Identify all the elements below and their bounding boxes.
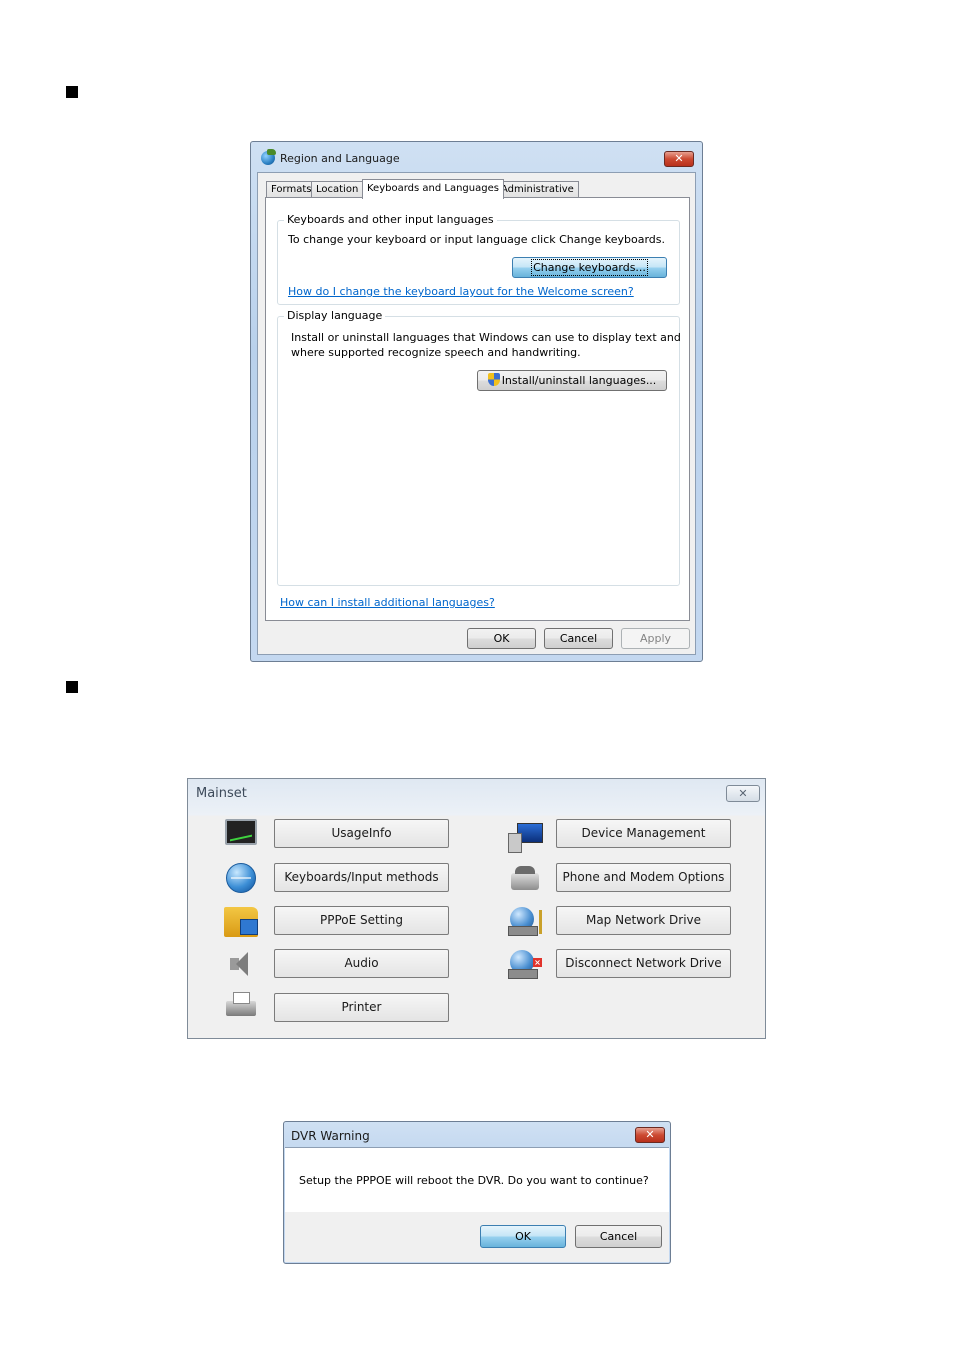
map-network-drive-button[interactable]: Map Network Drive [556, 906, 731, 935]
tab-administrative[interactable]: Administrative [496, 181, 579, 198]
globe-icon [261, 149, 276, 165]
region-language-dialog: Region and Language ✕ Formats Location K… [250, 141, 703, 662]
button-label: Install/uninstall languages... [501, 374, 657, 387]
install-uninstall-languages-button[interactable]: Install/uninstall languages... [477, 370, 667, 391]
warning-message: Setup the PPPOE will reboot the DVR. Do … [299, 1174, 649, 1187]
close-button[interactable]: ✕ [664, 151, 694, 167]
dialog-footer: OK Cancel [285, 1212, 669, 1262]
button-label: Change keyboards... [531, 259, 648, 276]
connector-pin [539, 910, 542, 934]
cancel-button[interactable]: Cancel [575, 1225, 662, 1248]
close-button[interactable]: ✕ [635, 1127, 665, 1143]
network-folder-icon[interactable] [224, 907, 258, 937]
bullet-marker [66, 86, 78, 98]
speaker-icon[interactable] [224, 949, 258, 979]
display-description-line1: Install or uninstall languages that Wind… [291, 331, 681, 344]
tab-location[interactable]: Location [311, 181, 364, 198]
dialog-client: Formats Location Keyboards and Languages… [257, 172, 696, 655]
tab-formats[interactable]: Formats [266, 181, 317, 198]
keyboards-group: Keyboards and other input languages To c… [277, 213, 680, 305]
display-description-line2: where supported recognize speech and han… [291, 346, 581, 359]
globe-icon[interactable] [226, 863, 256, 893]
pppoe-setting-button[interactable]: PPPoE Setting [274, 906, 449, 935]
welcome-screen-layout-link[interactable]: How do I change the keyboard layout for … [288, 285, 634, 298]
disconnect-network-drive-icon[interactable]: × [508, 949, 542, 979]
printer-button[interactable]: Printer [274, 993, 449, 1022]
dialog-title: Region and Language [280, 152, 400, 165]
change-keyboards-button[interactable]: Change keyboards... [512, 257, 667, 278]
mainset-dialog: Mainset ✕ UsageInfo Keyboards/Input meth… [187, 778, 766, 1039]
map-network-drive-icon[interactable] [508, 906, 542, 936]
disconnect-network-drive-button[interactable]: Disconnect Network Drive [556, 949, 731, 978]
keyboards-input-methods-button[interactable]: Keyboards/Input methods [274, 863, 449, 892]
phone-modem-icon[interactable] [508, 863, 542, 893]
apply-button[interactable]: Apply [621, 628, 690, 649]
keyboards-languages-panel: Keyboards and other input languages To c… [265, 197, 690, 621]
tab-keyboards-and-languages[interactable]: Keyboards and Languages [362, 179, 504, 199]
audio-button[interactable]: Audio [274, 949, 449, 978]
display-language-group: Display language Install or uninstall la… [277, 309, 681, 586]
usageinfo-button[interactable]: UsageInfo [274, 819, 449, 848]
bullet-marker [66, 681, 78, 693]
ok-button[interactable]: OK [467, 628, 536, 649]
title-bar[interactable]: Region and Language ✕ [251, 142, 702, 172]
group-legend: Display language [284, 309, 386, 322]
group-legend: Keyboards and other input languages [284, 213, 497, 226]
device-management-button[interactable]: Device Management [556, 819, 731, 848]
cancel-button[interactable]: Cancel [544, 628, 613, 649]
close-button[interactable]: ✕ [726, 785, 760, 802]
red-x-icon: × [533, 958, 542, 967]
dialog-title: Mainset [196, 786, 247, 801]
install-additional-languages-link[interactable]: How can I install additional languages? [280, 596, 495, 609]
dvr-warning-dialog: DVR Warning ✕ Setup the PPPOE will reboo… [283, 1121, 671, 1264]
ok-button[interactable]: OK [480, 1225, 566, 1248]
shield-icon [487, 373, 500, 386]
device-manager-icon[interactable] [508, 821, 543, 853]
dialog-client: Setup the PPPOE will reboot the DVR. Do … [285, 1147, 669, 1262]
phone-modem-options-button[interactable]: Phone and Modem Options [556, 863, 731, 892]
printer-icon[interactable] [224, 991, 258, 1021]
dialog-title: DVR Warning [291, 1129, 370, 1143]
keyboards-description: To change your keyboard or input languag… [288, 233, 665, 246]
usage-monitor-icon[interactable] [225, 819, 257, 845]
